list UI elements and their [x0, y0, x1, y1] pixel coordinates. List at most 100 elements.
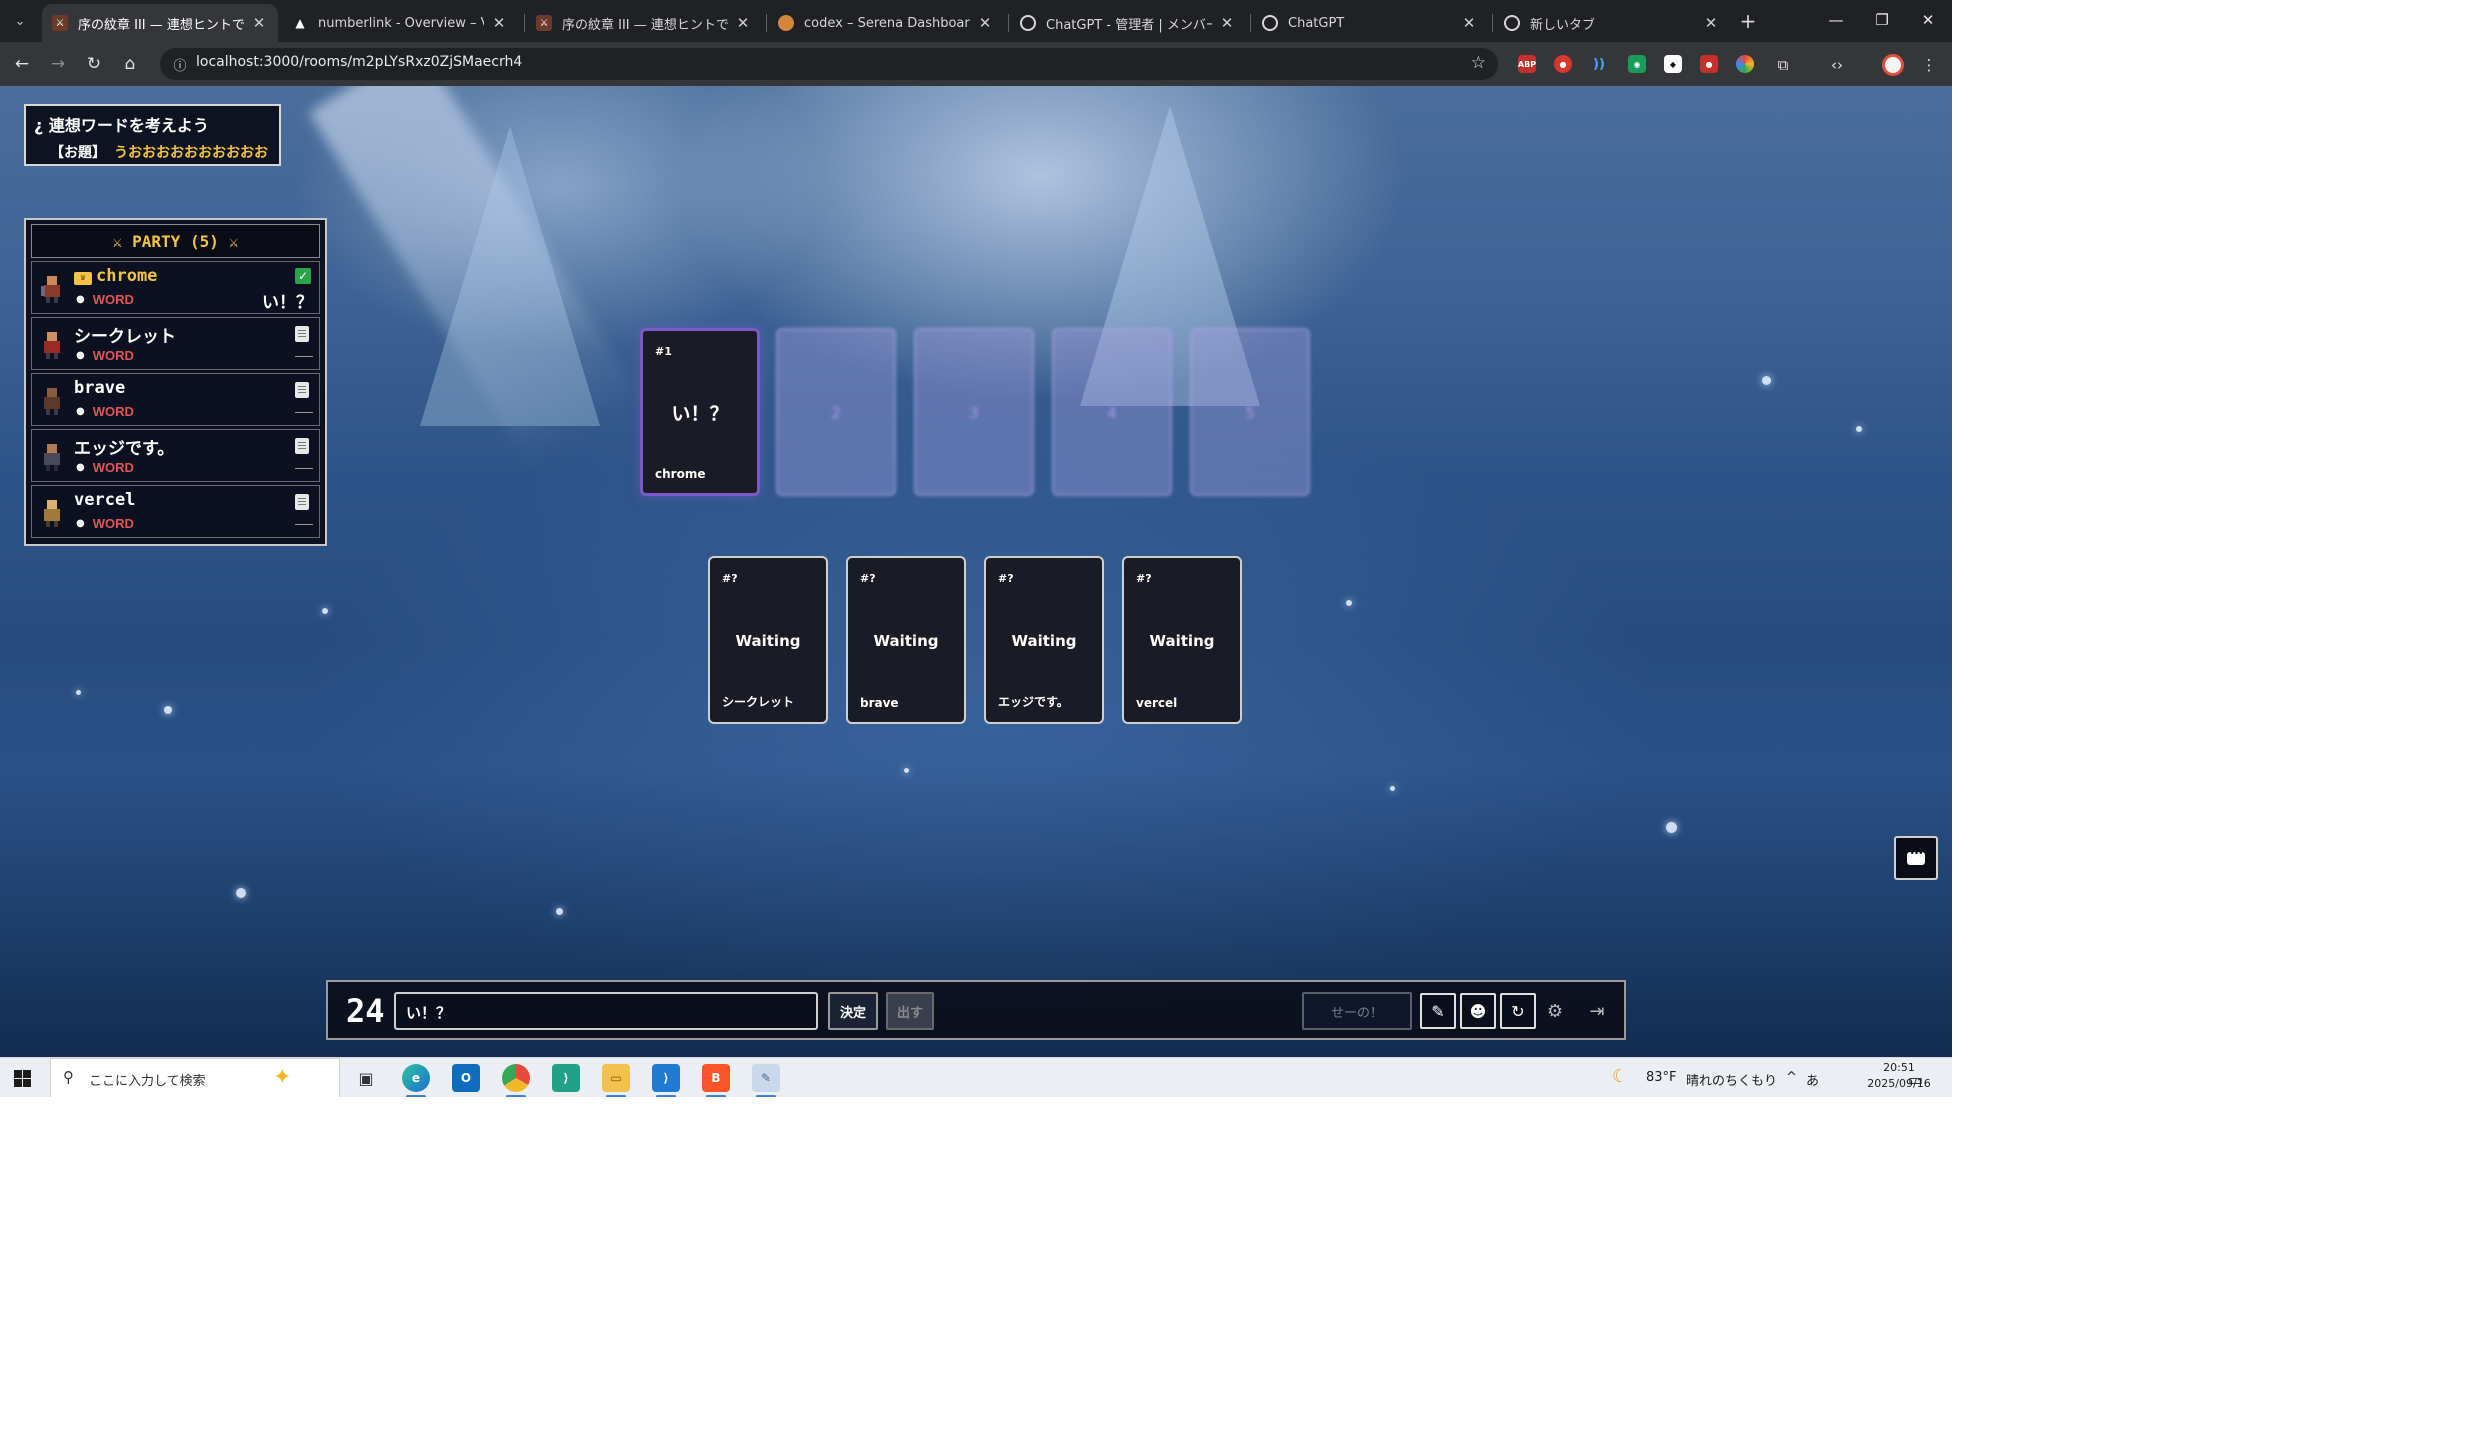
topic-label: 【お題】	[50, 145, 106, 161]
chrome-app-icon[interactable]	[502, 1064, 530, 1097]
address-bar[interactable]: ⓘ localhost:3000/rooms/m2pLYsRxz0ZjSMaec…	[160, 48, 1498, 80]
emoji-reaction-icon[interactable]: ☻	[1460, 993, 1496, 1029]
reload-icon[interactable]: ↻	[80, 50, 108, 78]
extensions-puzzle-icon[interactable]: ⧉	[1772, 54, 1794, 76]
tab-4[interactable]: ChatGPT - 管理者 | メンバー ✕	[1010, 4, 1246, 42]
task-view-icon[interactable]: ▣	[352, 1064, 380, 1092]
url-text[interactable]: localhost:3000/rooms/m2pLYsRxz0ZjSMaecrh…	[196, 54, 522, 70]
status-word: WORD	[92, 516, 134, 531]
party-member[interactable]: vercel ● WORD	[31, 485, 320, 538]
tab-5[interactable]: ChatGPT ✕	[1252, 4, 1488, 42]
vscode-app-icon[interactable]: ⟩	[652, 1064, 680, 1097]
sayo-button[interactable]: せーの！	[1302, 992, 1412, 1030]
refresh-icon[interactable]: ↻	[1500, 993, 1536, 1029]
close-window-icon[interactable]: ✕	[1904, 0, 1952, 40]
empty-slot[interactable]: 2	[776, 328, 896, 496]
game-favicon-icon: ⚔	[52, 15, 68, 31]
tab-0[interactable]: ⚔ 序の紋章 III — 連想ヒントで 1〜10 ✕	[42, 4, 278, 42]
weather-moon-icon[interactable]: ☾	[1612, 1066, 1628, 1087]
close-tab-icon[interactable]: ✕	[250, 14, 268, 32]
copilot-sparkle-icon: ✦	[273, 1065, 292, 1090]
new-tab-plus-icon[interactable]: +	[1734, 8, 1762, 34]
party-member[interactable]: エッジです。 ● WORD	[31, 429, 320, 482]
adblock-extension-icon[interactable]: ABP	[1518, 55, 1536, 73]
close-tab-icon[interactable]: ✕	[1460, 14, 1478, 32]
empty-slot[interactable]: 4	[1052, 328, 1172, 496]
extension-green-icon[interactable]: ◉	[1628, 55, 1646, 73]
close-tab-icon[interactable]: ✕	[1702, 14, 1720, 32]
play-card-button[interactable]: 出す	[886, 992, 934, 1030]
snowflake	[1856, 426, 1862, 432]
outlook-app-icon[interactable]: O	[452, 1064, 480, 1092]
tab-6[interactable]: 新しいタブ ✕	[1494, 4, 1730, 42]
slot-index: 4	[1107, 404, 1117, 422]
card-status: Waiting	[1149, 632, 1215, 650]
memo-icon	[295, 494, 309, 510]
close-tab-icon[interactable]: ✕	[734, 14, 752, 32]
home-icon[interactable]: ⌂	[116, 50, 144, 78]
site-info-icon[interactable]: ⓘ	[170, 54, 190, 74]
restore-icon[interactable]: ❐	[1858, 0, 1906, 40]
chat-toggle-button[interactable]	[1894, 836, 1938, 880]
decide-button[interactable]: 決定	[828, 992, 878, 1030]
tab-separator	[1492, 14, 1493, 32]
party-member[interactable]: brave ● WORD	[31, 373, 320, 426]
bookmark-star-icon[interactable]: ☆	[1471, 53, 1486, 73]
empty-slot[interactable]: 3	[914, 328, 1034, 496]
snowflake	[236, 888, 246, 898]
tab-search-chevron-icon[interactable]: ⌄	[6, 8, 34, 34]
divider	[295, 356, 313, 357]
browser-menu-icon[interactable]: ⋮	[1918, 54, 1940, 76]
exit-room-icon[interactable]: ⇥	[1582, 996, 1612, 1026]
extension-color-icon[interactable]	[1736, 55, 1754, 73]
played-card[interactable]: #1 い！？ chrome	[640, 328, 760, 496]
tab-3[interactable]: codex – Serena Dashboard ✕	[768, 4, 1004, 42]
party-member[interactable]: シークレット ● WORD	[31, 317, 320, 370]
minimize-icon[interactable]: —	[1812, 0, 1860, 40]
divider	[295, 468, 313, 469]
ime-indicator[interactable]: あ	[1806, 1070, 1819, 1089]
extension-red-icon[interactable]: ●	[1554, 55, 1572, 73]
extension-dark-icon[interactable]: ◆	[1664, 55, 1682, 73]
back-arrow-icon[interactable]: ←	[8, 50, 36, 78]
vscode-insiders-app-icon[interactable]: ⟩	[552, 1064, 580, 1092]
speech-bubble-icon: ●	[76, 518, 85, 529]
avatar	[44, 500, 60, 527]
member-name-text: chrome	[96, 266, 158, 286]
notification-icon[interactable]: ▭	[1908, 1070, 1923, 1089]
empty-slot[interactable]: 5	[1190, 328, 1310, 496]
member-name: ♛ chrome	[74, 266, 157, 286]
extension-audio-icon[interactable]: ))	[1590, 55, 1608, 73]
paint-app-icon[interactable]: ✎	[752, 1064, 780, 1097]
taskbar-search[interactable]: ⚲ ここに入力して検索 ✦	[50, 1058, 340, 1097]
crossed-swords-icon: ⚔	[112, 231, 123, 251]
party-panel: ⚔ PARTY (5) ⚔ ♛ chrome ● WORD ✓ い！？ シークレット…	[24, 218, 327, 546]
my-number: 24	[346, 992, 385, 1030]
tray-chevron-icon[interactable]: ^	[1786, 1070, 1797, 1085]
brave-app-icon[interactable]: B	[702, 1064, 730, 1097]
forward-arrow-icon[interactable]: →	[44, 50, 72, 78]
system-clock[interactable]: 20:51 2025/09/16	[1864, 1060, 1934, 1092]
party-member[interactable]: ♛ chrome ● WORD ✓ い！？	[31, 261, 320, 314]
openai-favicon-icon	[1262, 15, 1278, 31]
tab-2[interactable]: ⚔ 序の紋章 III — 連想ヒントで 1〜10 ✕	[526, 4, 762, 42]
windows-start-icon[interactable]	[14, 1070, 31, 1087]
close-tab-icon[interactable]: ✕	[490, 14, 508, 32]
edit-pencil-icon[interactable]: ✎	[1420, 993, 1456, 1029]
word-input[interactable]: い！？	[394, 992, 818, 1030]
member-name: brave	[74, 378, 126, 398]
close-tab-icon[interactable]: ✕	[976, 14, 994, 32]
speech-bubble-icon: ●	[76, 350, 85, 361]
weather-text[interactable]: 晴れのちくもり	[1686, 1070, 1777, 1089]
close-tab-icon[interactable]: ✕	[1218, 14, 1236, 32]
settings-gear-icon[interactable]: ⚙	[1540, 996, 1570, 1026]
profile-avatar[interactable]	[1882, 54, 1904, 76]
tab-1[interactable]: ▲ numberlink - Overview – Vercel ✕	[282, 4, 518, 42]
extension-rec-icon[interactable]: ●	[1700, 55, 1718, 73]
speech-bubble-icon: ●	[76, 406, 85, 417]
file-explorer-app-icon[interactable]: ▭	[602, 1064, 630, 1097]
edge-app-icon[interactable]: e	[402, 1064, 430, 1097]
speech-bubble-icon: ●	[76, 462, 85, 473]
weather-temp[interactable]: 83°F	[1646, 1070, 1677, 1085]
devtools-code-icon[interactable]: ‹›	[1826, 54, 1848, 76]
